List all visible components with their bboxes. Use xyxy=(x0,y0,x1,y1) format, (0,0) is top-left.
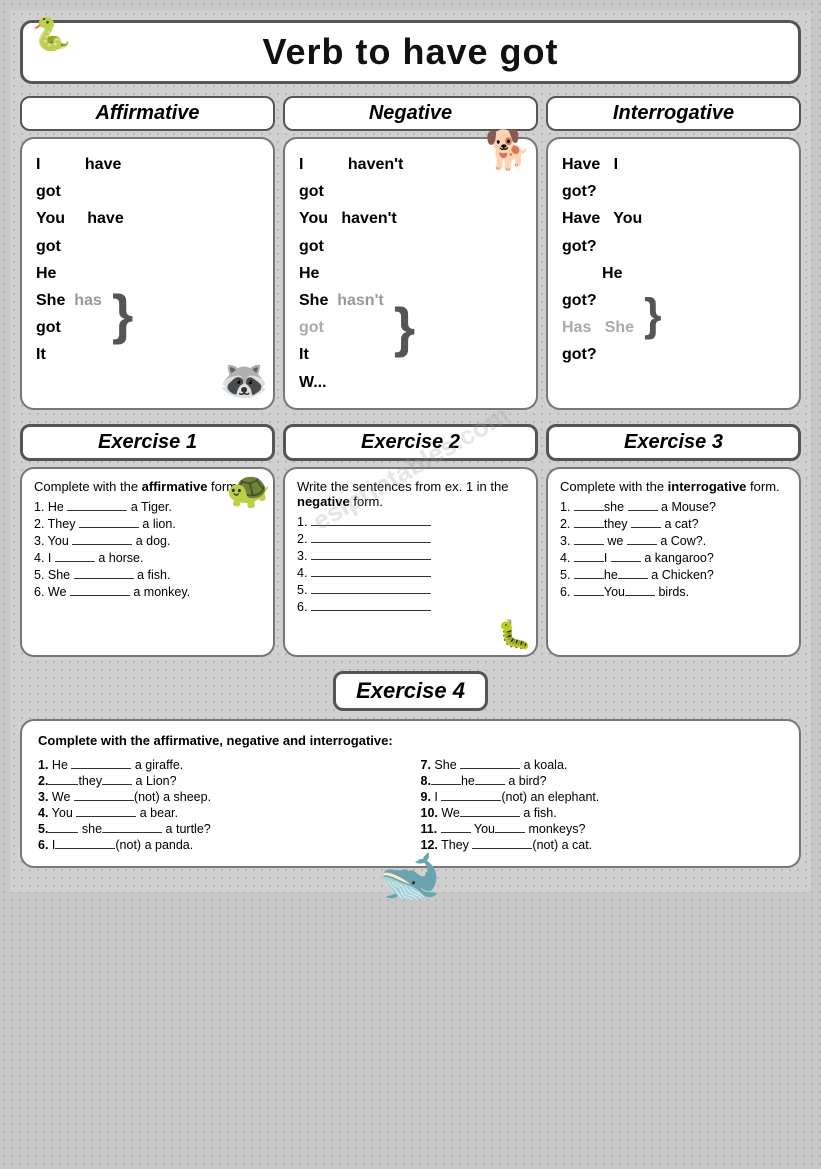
ex4-label: Exercise 4 xyxy=(333,671,488,711)
ex4-c1-l6: 6. I(not) a panda. xyxy=(38,838,401,852)
title-box: Verb to have got 🐍 xyxy=(20,20,801,84)
neg-row2b: got xyxy=(299,233,324,260)
negative-content: I haven't got You haven't got He She has… xyxy=(299,151,522,396)
ex3-line4: 4. I a kangaroo? xyxy=(560,551,787,565)
exercise3-box: Complete with the interrogative form. 1.… xyxy=(546,467,801,657)
ex1-line2: 2. They a lion. xyxy=(34,517,261,531)
page: Verb to have got 🐍 Affirmative Negative … xyxy=(10,10,811,892)
dog-icon: 🐕 xyxy=(485,129,532,173)
ex3-line3: 3. we a Cow?. xyxy=(560,534,787,548)
aff-row2b: got xyxy=(36,233,61,260)
neg-row1: I haven't xyxy=(299,151,403,178)
ex1-line5: 5. She a fish. xyxy=(34,568,261,582)
ex4-col2: 7. She a koala. 8.he a bird? 9. I (not) … xyxy=(421,756,784,854)
exercise2-box: Write the sentences from ex. 1 in the ne… xyxy=(283,467,538,657)
neg-row2: You haven't xyxy=(299,205,397,232)
ex2-instruction: Write the sentences from ex. 1 in the ne… xyxy=(297,479,524,509)
ex4-c2-l2: 8.he a bird? xyxy=(421,774,784,788)
ex4-c2-l5: 11. You monkeys? xyxy=(421,822,784,836)
brace-int: } xyxy=(644,292,662,337)
ex4-label-wrap: Exercise 4 xyxy=(20,671,801,711)
ex2-line4: 4. xyxy=(297,566,524,580)
ex1-line4: 4. I a horse. xyxy=(34,551,261,565)
ex4-c2-l1: 7. She a koala. xyxy=(421,758,784,772)
int-row1b: got? xyxy=(562,178,597,205)
ex1-line3: 3. You a dog. xyxy=(34,534,261,548)
ex2-label: Exercise 2 xyxy=(283,424,538,461)
brace-aff: } xyxy=(112,287,133,342)
ex4-c1-l1: 1. He a giraffe. xyxy=(38,758,401,772)
exercise4-grid: 1. He a giraffe. 2.they a Lion? 3. We (n… xyxy=(38,756,783,854)
ex2-line6: 6. xyxy=(297,600,524,614)
ex4-col1: 1. He a giraffe. 2.they a Lion? 3. We (n… xyxy=(38,756,401,854)
ex3-line5: 5. he a Chicken? xyxy=(560,568,787,582)
whale-icon: 🐋 xyxy=(379,847,441,906)
aff-row1b: got xyxy=(36,178,61,205)
neg-row1b: got xyxy=(299,178,324,205)
ex4-c2-l4: 10. We a fish. xyxy=(421,806,784,820)
raccoon-icon: 🦝 xyxy=(219,357,269,404)
ex3-line6: 6. You birds. xyxy=(560,585,787,599)
affirmative-content: I have got You have got He She has got I… xyxy=(36,151,259,369)
interrogative-header: Interrogative xyxy=(546,96,801,131)
int-row2: Have You xyxy=(562,205,642,232)
ex4-instruction: Complete with the affirmative, negative … xyxy=(38,733,783,748)
ex2-line2: 2. xyxy=(297,532,524,546)
negative-box: I haven't got You haven't got He She has… xyxy=(283,137,538,410)
ex1-line6: 6. We a monkey. xyxy=(34,585,261,599)
exercise1-box: Complete with the affirmative form. 1. H… xyxy=(20,467,275,657)
negative-header: Negative xyxy=(283,96,538,131)
ex4-c2-l6: 12. They (not) a cat. xyxy=(421,838,784,852)
aff-row2: You have xyxy=(36,205,124,232)
aff-row1: I have xyxy=(36,151,121,178)
ex2-line3: 3. xyxy=(297,549,524,563)
affirmative-header: Affirmative xyxy=(20,96,275,131)
ex2-line5: 5. xyxy=(297,583,524,597)
section-headers: Affirmative Negative Interrogative xyxy=(20,96,801,131)
ex4-c2-l3: 9. I (not) an elephant. xyxy=(421,790,784,804)
exercise4-box: Complete with the affirmative, negative … xyxy=(20,719,801,868)
int-row2b: got? xyxy=(562,233,597,260)
ex1-label: Exercise 1 xyxy=(20,424,275,461)
bug-icon: 🐛 xyxy=(497,618,532,651)
ex2-line1: 1. xyxy=(297,515,524,529)
interrogative-box: Have I got? Have You got? He got? Has Sh… xyxy=(546,137,801,410)
int-hsi-group: He got? Has She got? xyxy=(562,260,634,369)
ex3-line1: 1. she a Mouse? xyxy=(560,500,787,514)
page-title: Verb to have got xyxy=(43,31,778,73)
exercise-section-row1: Complete with the affirmative form. 1. H… xyxy=(20,467,801,657)
ex4-c1-l5: 5. she a turtle? xyxy=(38,822,401,836)
ex4-c1-l2: 2.they a Lion? xyxy=(38,774,401,788)
ex4-c1-l3: 3. We (not) a sheep. xyxy=(38,790,401,804)
turtle-icon: 🐢 xyxy=(226,469,271,511)
ex3-label: Exercise 3 xyxy=(546,424,801,461)
interrogative-content: Have I got? Have You got? He got? Has Sh… xyxy=(562,151,785,369)
grammar-section: I have got You have got He She has got I… xyxy=(20,137,801,410)
aff-hsi-group: He She has got It xyxy=(36,260,102,369)
ex3-line2: 2. they a cat? xyxy=(560,517,787,531)
exercise-labels-row1: Exercise 1 Exercise 2 Exercise 3 xyxy=(20,424,801,461)
ex4-c1-l4: 4. You a bear. xyxy=(38,806,401,820)
snake-icon: 🐍 xyxy=(31,15,71,53)
ex3-instruction: Complete with the interrogative form. xyxy=(560,479,787,494)
int-row1: Have I xyxy=(562,151,618,178)
neg-hsi-group: He She hasn't got It W... xyxy=(299,260,384,396)
affirmative-box: I have got You have got He She has got I… xyxy=(20,137,275,410)
brace-neg: } xyxy=(394,300,415,355)
